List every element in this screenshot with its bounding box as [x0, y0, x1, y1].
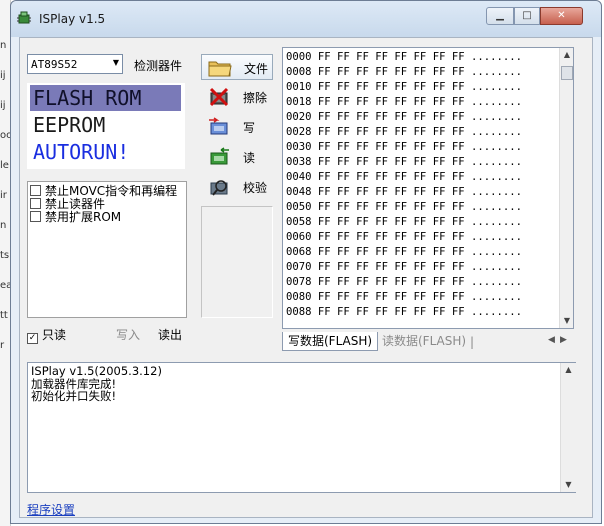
read-out-button[interactable]: 读出: [158, 326, 182, 343]
action-panel-spacer: [201, 206, 273, 318]
background-text-fragment: ts: [0, 250, 10, 261]
read-button-label: 读: [243, 151, 256, 165]
isplay-window: ISPlay v1.5 ▁ □ ✕ AT89S52 ▼ 检测器件 FLASH R…: [10, 0, 602, 524]
background-text-fragment: ir: [0, 190, 7, 201]
hex-line: 0048 FF FF FF FF FF FF FF FF ........: [286, 186, 522, 198]
memory-type-list: FLASH ROM EEPROM AUTORUN!: [27, 83, 185, 169]
hex-line: 0068 FF FF FF FF FF FF FF FF ........: [286, 246, 522, 258]
checkbox[interactable]: [30, 198, 41, 209]
tab-next-icon[interactable]: ▶: [560, 335, 567, 345]
erase-button-label: 擦除: [243, 91, 268, 105]
folder-icon: [208, 61, 232, 77]
tab-separator: |: [470, 335, 475, 349]
data-tabs: 写数据(FLASH) 读数据(FLASH) | ◀ ▶: [282, 332, 574, 352]
hex-line: 0040 FF FF FF FF FF FF FF FF ........: [286, 171, 522, 183]
hex-lines: 0000 FF FF FF FF FF FF FF FF ........ 000…: [286, 50, 522, 320]
hex-line: 0038 FF FF FF FF FF FF FF FF ........: [286, 156, 522, 168]
read-chip-icon: [210, 147, 229, 165]
option-label: 禁止MOVC指令和再编程: [45, 184, 178, 198]
file-button-label: 文件: [244, 62, 269, 76]
message-log[interactable]: ISPlay v1.5(2005.3.12) 加载器件库完成! 初始化并口失败!…: [27, 362, 576, 493]
hex-line: 0080 FF FF FF FF FF FF FF FF ........: [286, 291, 522, 303]
verify-button[interactable]: 校验: [201, 174, 273, 200]
hex-line: 0030 FF FF FF FF FF FF FF FF ........: [286, 141, 522, 153]
write-chip-icon: [209, 117, 228, 135]
detect-device-button[interactable]: 检测器件: [134, 57, 182, 74]
log-scrollbar[interactable]: ▲ ▼: [560, 363, 576, 492]
hex-line: 0000 FF FF FF FF FF FF FF FF ........: [286, 51, 522, 63]
option-label: 禁止读器件: [45, 197, 106, 211]
background-text-fragment: tt: [0, 310, 8, 321]
memory-type-flash[interactable]: FLASH ROM: [30, 85, 181, 111]
chevron-down-icon: ▼: [112, 58, 119, 67]
write-in-button[interactable]: 写入: [116, 326, 140, 343]
hex-line: 0078 FF FF FF FF FF FF FF FF ........: [286, 276, 522, 288]
hex-line: 0088 FF FF FF FF FF FF FF FF ........: [286, 306, 522, 318]
hex-line: 0008 FF FF FF FF FF FF FF FF ........: [286, 66, 522, 78]
hex-viewer[interactable]: 0000 FF FF FF FF FF FF FF FF ........ 000…: [282, 47, 574, 329]
write-button[interactable]: 写: [201, 114, 273, 140]
device-select-value: AT89S52: [31, 58, 78, 71]
tab-read-flash[interactable]: 读数据(FLASH): [378, 332, 470, 350]
tab-write-flash[interactable]: 写数据(FLASH): [282, 332, 379, 351]
hex-line: 0060 FF FF FF FF FF FF FF FF ........: [286, 231, 522, 243]
device-select[interactable]: AT89S52 ▼: [27, 54, 123, 74]
background-text-fragment: n: [0, 220, 7, 231]
program-settings-link[interactable]: 程序设置: [27, 501, 75, 518]
checkbox[interactable]: [30, 211, 41, 222]
readonly-option[interactable]: ✓ 只读: [27, 326, 66, 344]
verify-chip-icon: [210, 180, 228, 196]
erase-icon: [209, 87, 229, 107]
scroll-thumb[interactable]: [561, 66, 573, 80]
hex-line: 0070 FF FF FF FF FF FF FF FF ........: [286, 261, 522, 273]
hex-line: 0050 FF FF FF FF FF FF FF FF ........: [286, 201, 522, 213]
write-button-label: 写: [243, 121, 256, 135]
option-label: 禁用扩展ROM: [45, 210, 122, 224]
scroll-down-icon[interactable]: ▼: [561, 478, 576, 492]
hex-line: 0010 FF FF FF FF FF FF FF FF ........: [286, 81, 522, 93]
maximize-button[interactable]: □: [514, 7, 540, 25]
erase-button[interactable]: 擦除: [201, 84, 273, 110]
readonly-checkbox[interactable]: ✓: [27, 333, 38, 344]
log-line: ISPlay v1.5(2005.3.12): [31, 364, 162, 378]
verify-button-label: 校验: [243, 181, 268, 195]
background-text-fragment: ij: [0, 70, 6, 81]
log-line: 初始化并口失败!: [31, 389, 117, 403]
title-bar[interactable]: ISPlay v1.5 ▁ □ ✕: [11, 1, 601, 37]
close-button[interactable]: ✕: [540, 7, 583, 25]
hex-line: 0018 FF FF FF FF FF FF FF FF ........: [286, 96, 522, 108]
read-button[interactable]: 读: [201, 144, 273, 170]
background-text-fragment: r: [0, 340, 5, 351]
options-list: 禁止MOVC指令和再编程 禁止读器件 禁用扩展ROM: [27, 181, 187, 318]
log-lines: ISPlay v1.5(2005.3.12) 加载器件库完成! 初始化并口失败!: [31, 365, 162, 403]
background-text-fragment: n: [0, 40, 7, 51]
minimize-button[interactable]: ▁: [486, 7, 514, 25]
hex-line: 0020 FF FF FF FF FF FF FF FF ........: [286, 111, 522, 123]
client-area: AT89S52 ▼ 检测器件 FLASH ROM EEPROM AUTORUN!…: [19, 37, 593, 518]
hex-scrollbar[interactable]: ▲ ▼: [559, 48, 573, 328]
readonly-label: 只读: [42, 328, 67, 342]
file-button[interactable]: 文件: [201, 54, 273, 80]
memory-type-autorun[interactable]: AUTORUN!: [30, 139, 129, 165]
hex-line: 0058 FF FF FF FF FF FF FF FF ........: [286, 216, 522, 228]
tab-prev-icon[interactable]: ◀: [548, 335, 555, 345]
memory-type-eeprom[interactable]: EEPROM: [30, 112, 105, 138]
scroll-down-icon[interactable]: ▼: [560, 314, 573, 328]
option-disable-ext-rom[interactable]: 禁用扩展ROM: [30, 211, 121, 224]
hex-line: 0028 FF FF FF FF FF FF FF FF ........: [286, 126, 522, 138]
app-icon: [17, 11, 31, 24]
window-title: ISPlay v1.5: [39, 12, 106, 26]
scroll-up-icon[interactable]: ▲: [561, 363, 576, 377]
background-text-fragment: ij: [0, 100, 6, 111]
checkbox[interactable]: [30, 185, 41, 196]
scroll-up-icon[interactable]: ▲: [560, 48, 573, 62]
background-text-fragment: le: [0, 160, 9, 171]
